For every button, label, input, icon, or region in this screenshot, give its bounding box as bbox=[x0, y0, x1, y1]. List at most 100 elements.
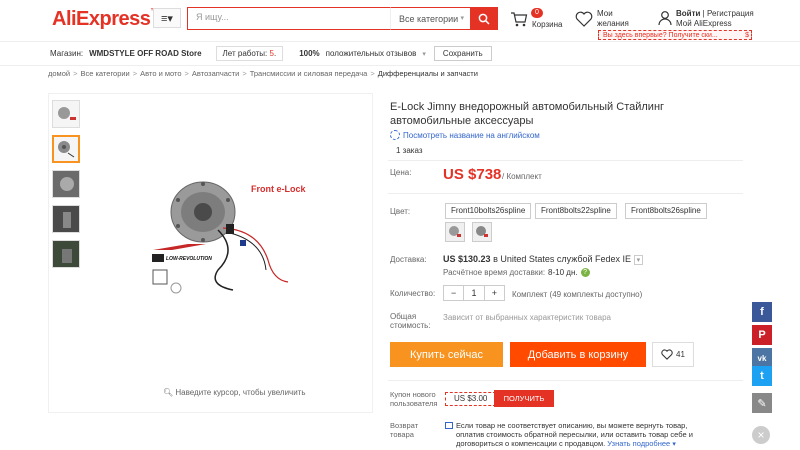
header: AliExpress™ ≡▾ Я ищу... Все категории ▾ … bbox=[0, 0, 800, 42]
thumbnail[interactable] bbox=[52, 170, 80, 198]
breadcrumb-item[interactable]: Трансмиссии и силовая передача bbox=[250, 69, 368, 81]
shipping-label: Доставка: bbox=[390, 255, 427, 264]
translate-title-link[interactable]: Посмотреть название на английском bbox=[390, 130, 540, 140]
get-coupon-button[interactable]: ПОЛУЧИТЬ bbox=[494, 390, 554, 407]
variant-option[interactable]: Front10bolts26spline bbox=[445, 203, 532, 219]
breadcrumb-item[interactable]: домой bbox=[48, 69, 70, 81]
login-link[interactable]: Войти bbox=[676, 9, 700, 18]
cart-icon bbox=[511, 12, 528, 27]
shipping-estimate: Расчётное время доставки: 8-10 дн. ? bbox=[443, 268, 590, 277]
divider bbox=[388, 160, 743, 161]
chevron-down-icon: ▾ bbox=[633, 255, 644, 265]
wishlist-link[interactable]: Мои желания bbox=[575, 6, 645, 32]
positive-feedback-label[interactable]: положительных отзывов bbox=[326, 49, 417, 58]
vk-icon: vk bbox=[757, 353, 767, 363]
search-icon bbox=[478, 13, 490, 25]
price-unit: / Комплект bbox=[502, 172, 542, 181]
image-caption: Front e-Lock bbox=[251, 184, 306, 194]
pinterest-share-button[interactable]: P bbox=[752, 325, 772, 345]
shipping-info[interactable]: US $130.23 в United States службой Fedex… bbox=[443, 254, 644, 265]
chevron-down-icon: ▾ bbox=[460, 15, 464, 22]
cart-label: Корзина bbox=[532, 20, 563, 29]
pinterest-icon: P bbox=[758, 329, 766, 341]
thumbnail[interactable] bbox=[52, 100, 80, 128]
breadcrumb-item[interactable]: Авто и мото bbox=[140, 69, 181, 81]
save-store-button[interactable]: Сохранить bbox=[433, 46, 492, 61]
positive-feedback-percent: 100% bbox=[299, 49, 320, 58]
learn-more-link[interactable]: Узнать подробнее bbox=[607, 439, 670, 448]
user-icon bbox=[658, 11, 672, 26]
breadcrumb-item[interactable]: Автозапчасти bbox=[192, 69, 239, 81]
menu-icon: ≡▾ bbox=[161, 12, 173, 25]
question-icon[interactable]: ? bbox=[580, 268, 590, 277]
edit-button[interactable]: ✎ bbox=[752, 393, 772, 413]
store-name-link[interactable]: WMDSTYLE OFF ROAD Store bbox=[89, 49, 201, 58]
variant-image-swatch[interactable] bbox=[472, 222, 492, 242]
divider bbox=[388, 380, 743, 381]
quantity-label: Количество: bbox=[390, 289, 436, 298]
total-label: Общая стоимость: bbox=[390, 312, 431, 330]
variant-option[interactable]: Front8bolts22spline bbox=[535, 203, 617, 219]
facebook-icon: f bbox=[760, 306, 764, 318]
my-account-link[interactable]: Мой AliExpress bbox=[676, 19, 732, 28]
breadcrumb-current: Дифференциалы и запчасти bbox=[377, 69, 478, 78]
promo-text: Вы здесь впервые? Получите ски... bbox=[603, 32, 718, 39]
coupon-value: US $3.00 bbox=[445, 392, 497, 406]
new-user-promo-banner[interactable]: Вы здесь впервые? Получите ски... $ bbox=[598, 30, 752, 40]
close-icon: × bbox=[757, 428, 765, 442]
quantity-input[interactable]: 1 bbox=[463, 286, 485, 300]
orders-count: 1 заказ bbox=[396, 146, 423, 155]
thumbnail-list bbox=[52, 100, 84, 275]
thumbnail[interactable] bbox=[52, 205, 80, 233]
chevron-down-icon: ▾ bbox=[422, 50, 426, 58]
svg-text:LOW-REVOLUTION: LOW-REVOLUTION bbox=[166, 256, 212, 262]
thumbnail-active[interactable] bbox=[52, 135, 80, 163]
coupon-label: Купон нового пользователя bbox=[390, 390, 438, 408]
register-link[interactable]: Регистрация bbox=[707, 9, 754, 18]
promo-dollar: $ bbox=[745, 32, 749, 39]
search-category-select[interactable]: Все категории ▾ bbox=[390, 7, 470, 30]
aliexpress-logo[interactable]: AliExpress™ bbox=[52, 8, 157, 31]
heart-icon bbox=[575, 11, 593, 27]
close-button[interactable]: × bbox=[752, 426, 770, 444]
quantity-stepper: − 1 + bbox=[443, 285, 505, 301]
wishlist-count: 41 bbox=[676, 350, 685, 359]
return-policy-text: Если товар не соответствует описанию, вы… bbox=[456, 421, 693, 448]
return-label: Возврат товара bbox=[390, 421, 419, 439]
quantity-available: Комплект (49 комплекты доступно) bbox=[512, 290, 643, 299]
price-label: Цена: bbox=[390, 168, 412, 177]
cart-link[interactable]: 0 Корзина bbox=[510, 6, 570, 32]
add-to-wishlist-button[interactable]: 41 bbox=[652, 342, 694, 367]
store-bar: Магазин: WMDSTYLE OFF ROAD Store Лет раб… bbox=[0, 42, 800, 66]
search-input[interactable]: Я ищу... bbox=[187, 7, 390, 30]
product-title: E-Lock Jimny внедорожный автомобильный С… bbox=[390, 101, 665, 127]
buy-now-button[interactable]: Купить сейчас bbox=[390, 342, 503, 367]
breadcrumb-item[interactable]: Все категории bbox=[80, 69, 129, 81]
variant-option[interactable]: Front8bolts26spline bbox=[625, 203, 707, 219]
search-category-label: Все категории bbox=[399, 14, 459, 24]
quantity-increase-button[interactable]: + bbox=[485, 286, 504, 300]
translate-icon bbox=[390, 130, 400, 140]
twitter-icon: t bbox=[760, 370, 764, 382]
zoom-hint: 🔍︎ Наведите курсор, чтобы увеличить bbox=[163, 388, 306, 397]
add-to-cart-button[interactable]: Добавить в корзину bbox=[510, 342, 646, 367]
search-button[interactable] bbox=[470, 7, 498, 30]
quantity-decrease-button[interactable]: − bbox=[444, 286, 463, 300]
twitter-share-button[interactable]: t bbox=[752, 366, 772, 386]
divider bbox=[388, 193, 743, 194]
thumbnail[interactable] bbox=[52, 240, 80, 268]
color-label: Цвет: bbox=[390, 207, 411, 216]
wishlist-label: Мои желания bbox=[597, 9, 629, 28]
variant-image-swatch[interactable] bbox=[445, 222, 465, 242]
chevron-down-icon: ▾ bbox=[672, 441, 676, 448]
facebook-share-button[interactable]: f bbox=[752, 302, 772, 322]
cart-count-badge: 0 bbox=[531, 8, 543, 18]
account-menu[interactable]: Войти | Регистрация Мой AliExpress bbox=[658, 6, 768, 32]
vk-share-button[interactable]: vk bbox=[752, 348, 772, 368]
categories-menu-button[interactable]: ≡▾ bbox=[153, 8, 181, 28]
breadcrumb: домой > Все категории > Авто и мото > Автоз… bbox=[48, 69, 478, 81]
magnifier-icon: 🔍︎ bbox=[163, 388, 174, 397]
return-policy-icon bbox=[445, 422, 453, 429]
heart-icon bbox=[661, 349, 673, 360]
product-main-image[interactable]: Front e-Lock LOW-REVOLUTION bbox=[148, 170, 333, 305]
